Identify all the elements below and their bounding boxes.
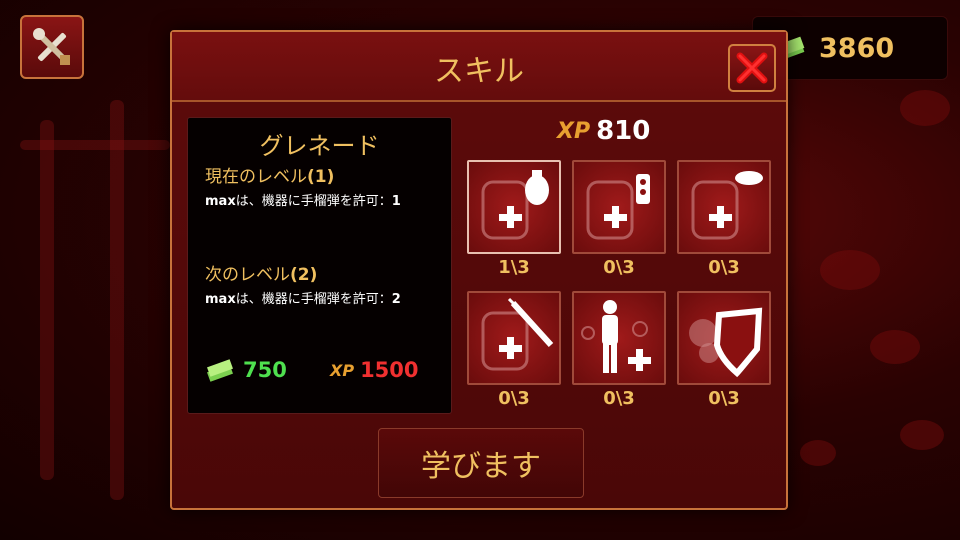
- skill-level: 0\3: [708, 257, 740, 278]
- settings-button[interactable]: [20, 15, 84, 79]
- learn-button[interactable]: 学びます: [378, 428, 584, 498]
- skill-level: 1\3: [498, 257, 530, 278]
- skill-button[interactable]: [572, 291, 666, 385]
- next-level-desc: maxは、機器に手榴弾を許可：2: [205, 292, 401, 307]
- next-level-label: 次のレベル(2): [205, 265, 318, 285]
- current-level-desc: maxは、機器に手榴弾を許可：1: [205, 194, 401, 209]
- mine-icon: [691, 171, 763, 240]
- skill-slot-syringe[interactable]: 0\3: [467, 291, 561, 409]
- currency-value: 3860: [819, 32, 895, 64]
- skill-slot-mine[interactable]: 0\3: [677, 160, 771, 278]
- flashbang-icon: [586, 174, 650, 240]
- skill-slot-grenade[interactable]: 1\3: [467, 160, 561, 278]
- skill-button[interactable]: [467, 291, 561, 385]
- skill-button[interactable]: [467, 160, 561, 254]
- money-cost: 750: [205, 358, 287, 382]
- next-level-value: (2): [290, 265, 318, 285]
- skill-level: 0\3: [603, 388, 635, 409]
- tools-icon: [33, 28, 70, 65]
- money-cost-value: 750: [243, 358, 287, 382]
- skill-button[interactable]: [572, 160, 666, 254]
- skill-slot-armor[interactable]: 0\3: [677, 291, 771, 409]
- grenade-icon: [481, 170, 549, 240]
- skill-level: 0\3: [498, 388, 530, 409]
- xp-total-value: 810: [596, 116, 651, 146]
- skill-button[interactable]: [677, 291, 771, 385]
- dialog-header: スキル: [172, 32, 786, 102]
- skill-button[interactable]: [677, 160, 771, 254]
- xp-total-label: XP: [557, 118, 591, 144]
- current-level-value: (1): [307, 167, 335, 187]
- skill-name: グレネード: [259, 132, 380, 160]
- skill-level: 0\3: [708, 388, 740, 409]
- xp-total: XP 810: [557, 116, 650, 146]
- skill-slot-flashbang[interactable]: 0\3: [572, 160, 666, 278]
- skill-slot-soldier[interactable]: 0\3: [572, 291, 666, 409]
- skills-dialog: スキル グレネード 現在のレベル(1) maxは、機器に手榴弾を許可：1 次のレ…: [170, 30, 788, 510]
- xp-cost-label: XP: [330, 360, 355, 380]
- dialog-title: スキル: [434, 54, 524, 89]
- cash-stack-icon: [207, 359, 233, 382]
- xp-cost: XP 1500: [330, 358, 419, 382]
- close-x-icon: [736, 52, 768, 84]
- shield-icon: [689, 307, 763, 378]
- current-level-label: 現在のレベル(1): [205, 167, 335, 187]
- skill-info-panel: グレネード 現在のレベル(1) maxは、機器に手榴弾を許可：1 次のレベル(2…: [187, 117, 452, 414]
- xp-cost-value: 1500: [360, 358, 419, 382]
- close-button[interactable]: [728, 44, 776, 92]
- soldier-icon: [581, 300, 651, 373]
- syringe-icon: [481, 297, 554, 371]
- skill-level: 0\3: [603, 257, 635, 278]
